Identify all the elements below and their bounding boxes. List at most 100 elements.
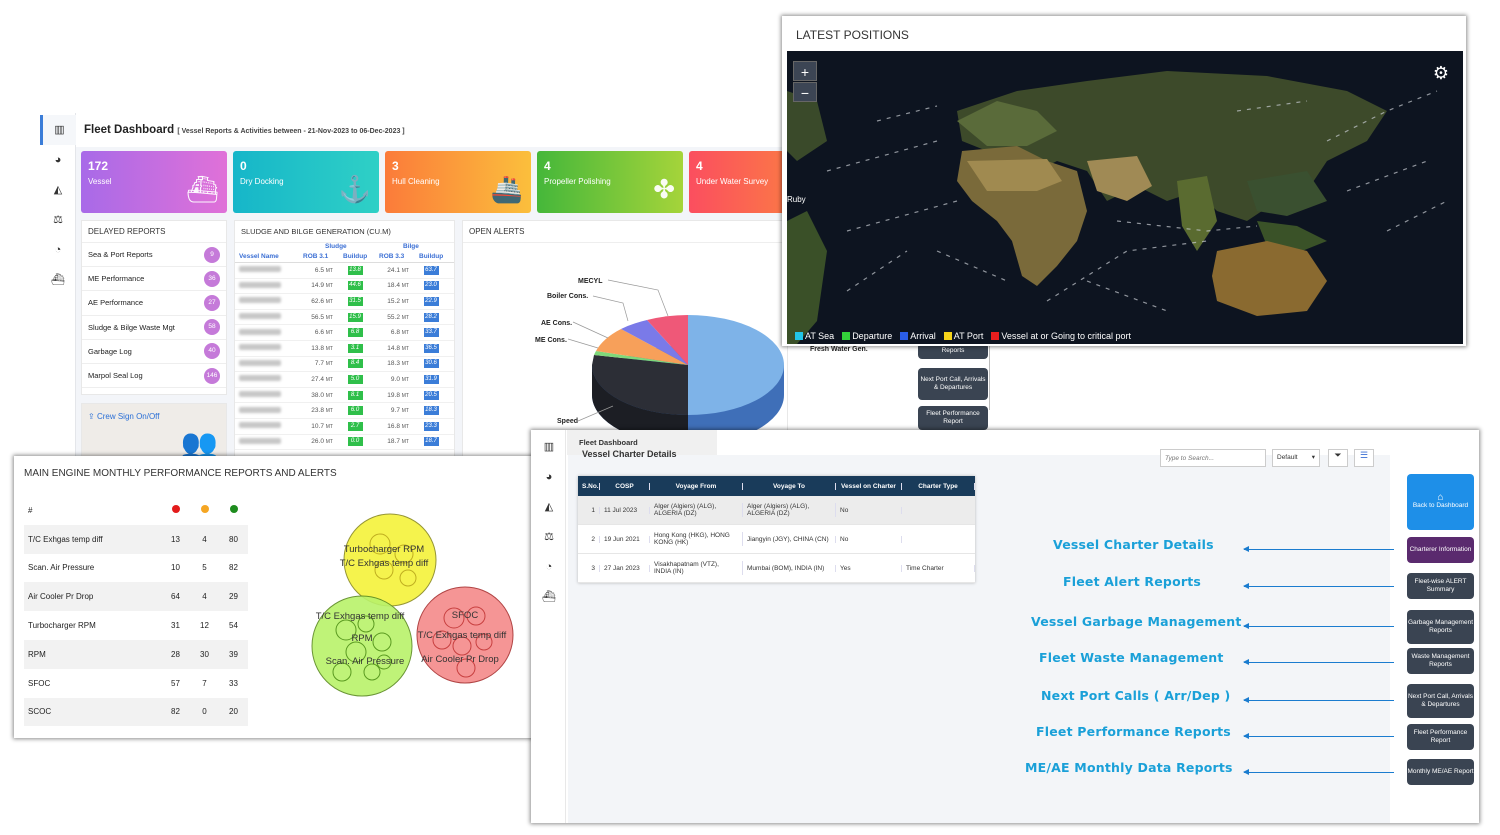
list-icon[interactable]: ☰ (1354, 449, 1374, 467)
sludge-row[interactable]: 6.5 MT 13.8 24.1 MT 63.7 (235, 263, 454, 279)
balance-scale-icon[interactable]: ⚖ (531, 522, 567, 552)
side-nav-button[interactable]: Fleet-wise ALERT Summary (1407, 573, 1474, 599)
ship-icon[interactable]: ⛴ (40, 265, 76, 295)
me-alert-row[interactable]: Scan. Air Pressure 10 5 82 (24, 554, 248, 583)
side-nav-button[interactable]: Waste Management Reports (1407, 648, 1474, 674)
vessel-name-header[interactable]: Vessel Name (239, 253, 303, 262)
dashboard-gauge-icon[interactable]: ◕ (531, 462, 567, 492)
me-bubble-chart[interactable]: Turbocharger RPM T/C Exhgas temp diff T/… (284, 496, 544, 736)
green-count[interactable]: 20 (219, 707, 248, 716)
charter-row[interactable]: 1 11 Jul 2023 Alger (Algiers) (ALG), ALGER… (578, 496, 975, 525)
green-count[interactable]: 29 (219, 592, 248, 601)
side-nav-button[interactable]: Fleet Performance Report (1407, 724, 1474, 750)
green-count[interactable]: 82 (219, 563, 248, 572)
buildup2-header[interactable]: Buildup (419, 253, 443, 262)
orange-count[interactable]: 7 (190, 679, 219, 688)
red-count[interactable]: 31 (161, 621, 190, 630)
me-alert-row[interactable]: Air Cooler Pr Drop 64 4 29 (24, 582, 248, 612)
orange-count[interactable]: 0 (190, 707, 219, 716)
red-count[interactable]: 82 (161, 707, 190, 716)
feature-link[interactable]: Fleet Performance Reports (1036, 724, 1231, 739)
crew-sign-link[interactable]: ⇪ Crew Sign On/Off (82, 404, 226, 429)
column-header[interactable]: Voyage To (743, 482, 836, 490)
bar-chart-icon[interactable]: ▥ (40, 115, 76, 145)
back-to-dashboard-button[interactable]: ⌂ Back to Dashboard (1407, 474, 1474, 530)
me-alert-row[interactable]: SFOC 57 7 33 (24, 669, 248, 698)
green-count[interactable]: 39 (219, 650, 248, 659)
green-count[interactable]: 54 (219, 621, 248, 630)
sludge-row[interactable]: 56.5 MT 15.9 55.2 MT 28.2 (235, 310, 454, 326)
dry-docking-card[interactable]: 0 Dry Docking ⚓ (233, 151, 379, 213)
column-header[interactable]: Vessel on Charter (836, 482, 902, 490)
sludge-row[interactable]: 23.8 MT 6.0 9.7 MT 18.3 (235, 403, 454, 419)
me-alert-row[interactable]: SCOC 82 0 20 (24, 697, 248, 727)
feature-link[interactable]: Next Port Calls ( Arr/Dep ) (1041, 688, 1230, 703)
fleet-performance-button[interactable]: Fleet Performance Report (918, 406, 988, 430)
side-nav-button[interactable]: Next Port Call, Arrivals & Departures (1407, 684, 1474, 718)
buildup1-header[interactable]: Buildup (343, 253, 379, 262)
vessel-card[interactable]: 172 Vessel ⛴ (81, 151, 227, 213)
red-count[interactable]: 28 (161, 650, 190, 659)
column-header[interactable]: Charter Type (902, 482, 975, 490)
orange-count[interactable]: 12 (190, 621, 219, 630)
green-count[interactable]: 33 (219, 679, 248, 688)
sludge-row[interactable]: 14.9 MT 44.6 18.4 MT 23.0 (235, 279, 454, 295)
me-alert-row[interactable]: T/C Exhgas temp diff 13 4 80 (24, 524, 248, 554)
red-count[interactable]: 10 (161, 563, 190, 572)
sludge-row[interactable]: 10.7 MT 2.7 16.8 MT 23.3 (235, 419, 454, 435)
feature-link[interactable]: ME/AE Monthly Data Reports (1025, 760, 1233, 775)
pie-chart-icon[interactable]: ◔ (40, 235, 76, 265)
charter-row[interactable]: 3 27 Jan 2023 Visakhapatnam (VTZ), INDIA (… (578, 554, 975, 583)
red-count[interactable]: 57 (161, 679, 190, 688)
orange-count[interactable]: 4 (190, 535, 219, 544)
side-nav-button[interactable]: Monthly ME/AE Report (1407, 759, 1474, 785)
column-header[interactable]: S.No. (578, 482, 600, 490)
orange-count[interactable]: 30 (190, 650, 219, 659)
zoom-in-button[interactable]: + (793, 61, 817, 81)
red-count[interactable]: 64 (161, 592, 190, 601)
bar-chart-icon[interactable]: ▥ (531, 432, 567, 462)
pie-chart-icon[interactable]: ◔ (531, 552, 567, 582)
column-header[interactable]: Voyage From (650, 482, 743, 490)
me-alert-row[interactable]: RPM 28 30 39 (24, 639, 248, 669)
feature-link[interactable]: Vessel Garbage Management (1031, 614, 1242, 629)
delayed-report-item[interactable]: Garbage Log 40 (82, 340, 226, 364)
delayed-report-item[interactable]: ME Performance 36 (82, 267, 226, 292)
area-chart-icon[interactable]: ◭ (40, 175, 76, 205)
rob2-header[interactable]: ROB 3.3 (379, 253, 419, 262)
sludge-row[interactable]: 26.0 MT 0.0 18.7 MT 18.7 (235, 435, 454, 451)
sludge-row[interactable]: 6.6 MT 6.8 6.8 MT 33.7 (235, 325, 454, 341)
sludge-row[interactable]: 13.8 MT 3.1 14.8 MT 36.5 (235, 341, 454, 357)
feature-link[interactable]: Fleet Alert Reports (1063, 574, 1201, 589)
orange-count[interactable]: 4 (190, 592, 219, 601)
sludge-row[interactable]: 62.6 MT 31.5 15.2 MT 22.9 (235, 294, 454, 310)
delayed-report-item[interactable]: Marpol Seal Log 146 (82, 364, 226, 389)
delayed-report-item[interactable]: AE Performance 27 (82, 291, 226, 316)
sort-select[interactable]: Default ▾ (1272, 449, 1320, 467)
side-nav-button[interactable]: Garbage Management Reports (1407, 610, 1474, 644)
zoom-out-button[interactable]: − (793, 82, 817, 102)
propeller-polishing-card[interactable]: 4 Propeller Polishing ✤ (537, 151, 683, 213)
hull-cleaning-card[interactable]: 3 Hull Cleaning 🚢 (385, 151, 531, 213)
crew-box[interactable]: ⇪ Crew Sign On/Off 👥 (81, 403, 227, 463)
side-nav-button[interactable]: Charterer Information (1407, 537, 1474, 563)
green-count[interactable]: 80 (219, 535, 248, 544)
search-input[interactable] (1160, 449, 1266, 467)
feature-link[interactable]: Fleet Waste Management (1039, 650, 1224, 665)
me-alert-row[interactable]: Turbocharger RPM 31 12 54 (24, 611, 248, 640)
next-port-call-button[interactable]: Next Port Call, Arrivals & Departures (918, 368, 988, 400)
gear-icon[interactable]: ⚙ (1433, 63, 1449, 84)
charter-row[interactable]: 2 19 Jun 2021 Hong Kong (HKG), HONG KONG (… (578, 525, 975, 554)
filter-icon[interactable]: ⏷ (1328, 449, 1348, 467)
delayed-report-item[interactable]: Sea & Port Reports 9 (82, 243, 226, 268)
orange-count[interactable]: 5 (190, 563, 219, 572)
sludge-row[interactable]: 27.4 MT 5.0 9.0 MT 31.9 (235, 372, 454, 388)
balance-scale-icon[interactable]: ⚖ (40, 205, 76, 235)
delayed-report-item[interactable]: Sludge & Bilge Waste Mgt 58 (82, 316, 226, 340)
column-header[interactable]: COSP (600, 482, 650, 490)
world-map[interactable]: + − ⚙ Ruby AT Sea Departure Arrival AT Port… (787, 51, 1463, 344)
underwater-survey-card[interactable]: 4 Under Water Survey (689, 151, 788, 213)
ship-icon[interactable]: ⛴ (531, 582, 567, 612)
area-chart-icon[interactable]: ◭ (531, 492, 567, 522)
dashboard-gauge-icon[interactable]: ◕ (40, 145, 76, 175)
